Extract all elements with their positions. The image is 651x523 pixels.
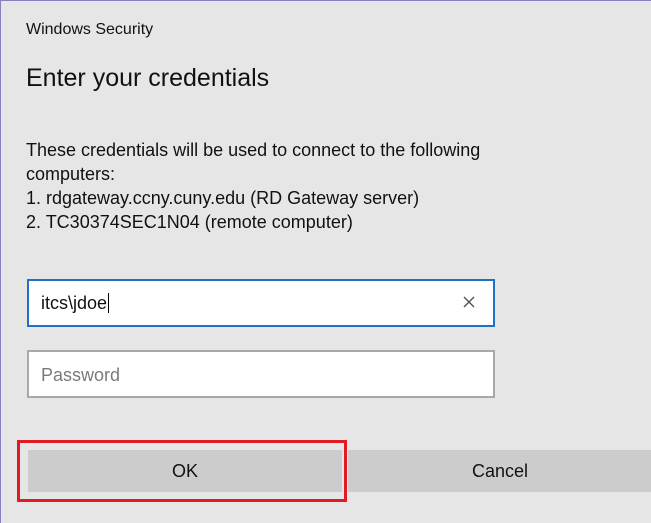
credentials-dialog: Windows Security Enter your credentials … (0, 0, 651, 523)
cancel-button[interactable]: Cancel (348, 450, 651, 492)
password-field[interactable]: Password (27, 350, 495, 398)
message-line: 2. TC30374SEC1N04 (remote computer) (26, 212, 353, 232)
username-value: itcs\jdoe (41, 293, 110, 313)
window-title: Windows Security (26, 21, 154, 38)
message-line: 1. rdgateway.ccny.cuny.edu (RD Gateway s… (26, 188, 420, 208)
password-placeholder: Password (41, 365, 121, 385)
dialog-heading: Enter your credentials (26, 64, 270, 92)
message-line: computers: (26, 164, 116, 184)
close-icon[interactable] (459, 292, 479, 312)
ok-highlight-box (17, 440, 347, 502)
dialog-message: These credentials will be used to connec… (26, 138, 626, 234)
message-line: These credentials will be used to connec… (26, 140, 481, 160)
username-field[interactable]: itcs\jdoe (27, 279, 495, 327)
text-caret (108, 293, 110, 313)
cancel-button-label: Cancel (471, 460, 529, 481)
